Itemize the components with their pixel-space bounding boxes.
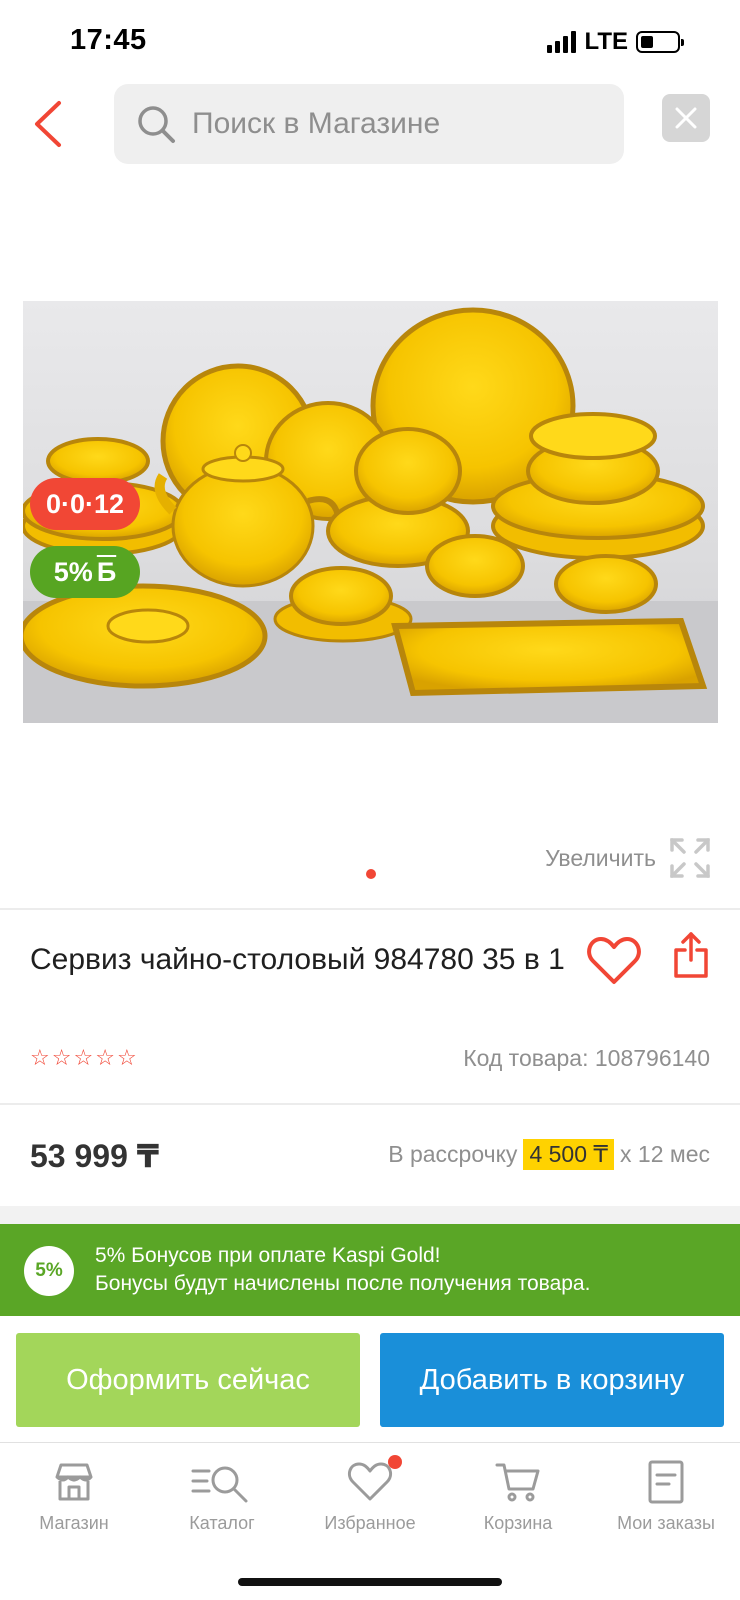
bonus-banner: 5% 5% Бонусов при оплате Kaspi Gold! Бон… xyxy=(0,1224,740,1316)
tab-catalog[interactable]: Каталог xyxy=(148,1443,296,1552)
star-icon: ☆ xyxy=(116,1045,137,1070)
close-button[interactable] xyxy=(662,94,710,142)
tab-label: Корзина xyxy=(483,1513,553,1533)
section-separator xyxy=(0,1206,740,1224)
installment-info: В рассрочку 4 500 ₸ х 12 мес xyxy=(388,1139,710,1170)
chevron-left-icon xyxy=(35,101,61,147)
installment-badge: 0·0·12 xyxy=(30,478,140,530)
search-placeholder: Поиск в Магазине xyxy=(192,107,441,140)
tab-label: Избранное xyxy=(324,1513,416,1533)
share-button[interactable] xyxy=(674,932,716,988)
home-indicator xyxy=(238,1578,502,1586)
network-type: LTE xyxy=(584,28,628,55)
price: 53 999 ₸ xyxy=(30,1138,160,1174)
installment-suffix: х 12 мес xyxy=(620,1141,710,1167)
bonus-line-2: Бонусы будут начислены после получения т… xyxy=(95,1272,591,1295)
signal-icon xyxy=(547,31,577,53)
buy-now-button[interactable]: Оформить сейчас xyxy=(16,1333,360,1427)
divider xyxy=(0,1103,740,1105)
star-icon: ☆ xyxy=(73,1045,94,1070)
tab-cart[interactable]: Корзина xyxy=(444,1443,592,1552)
tab-label: Магазин xyxy=(39,1513,109,1533)
product-title: Сервиз чайно-столовый 984780 35 в 1 xyxy=(30,943,565,976)
bonus-line-1: 5% Бонусов при оплате Kaspi Gold! xyxy=(95,1244,441,1267)
product-code: Код товара: 108796140 xyxy=(463,1045,710,1071)
star-icon: ☆ xyxy=(51,1045,72,1070)
divider xyxy=(0,908,740,910)
tab-store[interactable]: Магазин xyxy=(0,1443,148,1552)
bonus-circle: 5% xyxy=(24,1246,74,1296)
tab-favorites[interactable]: Избранное xyxy=(296,1443,444,1552)
bonus-badge-value: 5% xyxy=(53,556,93,587)
battery-icon xyxy=(636,31,684,53)
rating-stars: ☆ ☆ ☆ ☆ ☆ xyxy=(30,1045,137,1071)
catalog-search-icon xyxy=(191,1466,248,1503)
header: Поиск в Магазине xyxy=(0,84,740,166)
installment-amount: 4 500 ₸ xyxy=(523,1139,615,1170)
bonus-badge-symbol: Б xyxy=(96,556,117,587)
star-icon: ☆ xyxy=(95,1045,115,1070)
installment-prefix: В рассрочку xyxy=(388,1141,518,1167)
search-input[interactable]: Поиск в Магазине xyxy=(114,84,624,164)
bonus-text: 5% Бонусов при оплате Kaspi Gold! Бонусы… xyxy=(95,1242,590,1298)
zoom-label: Увеличить xyxy=(545,844,656,871)
orders-icon xyxy=(648,1460,684,1504)
heart-icon xyxy=(587,937,641,984)
status-time: 17:45 xyxy=(70,24,147,56)
back-button[interactable] xyxy=(18,92,78,156)
tab-orders[interactable]: Мои заказы xyxy=(592,1443,740,1552)
zoom-button[interactable]: Увеличить xyxy=(545,838,710,878)
favorite-button[interactable] xyxy=(586,935,646,991)
expand-icon xyxy=(670,838,710,878)
cart-icon xyxy=(495,1463,540,1502)
close-icon xyxy=(675,107,697,129)
tab-label: Каталог xyxy=(189,1513,255,1533)
store-icon xyxy=(55,1463,93,1501)
share-icon xyxy=(674,932,708,978)
bonus-badge: 5% Б xyxy=(30,546,140,598)
tab-label: Мои заказы xyxy=(617,1513,715,1533)
status-bar: 17:45 LTE xyxy=(0,0,740,84)
tab-bar: Магазин Каталог Избранное Корзина Мои за… xyxy=(0,1442,740,1552)
image-page-indicator xyxy=(366,869,376,879)
star-icon: ☆ xyxy=(30,1045,50,1070)
status-indicators: LTE xyxy=(547,28,684,56)
search-icon xyxy=(138,106,175,143)
notification-dot xyxy=(388,1455,402,1469)
heart-icon xyxy=(347,1462,393,1501)
add-to-cart-button[interactable]: Добавить в корзину xyxy=(380,1333,724,1427)
